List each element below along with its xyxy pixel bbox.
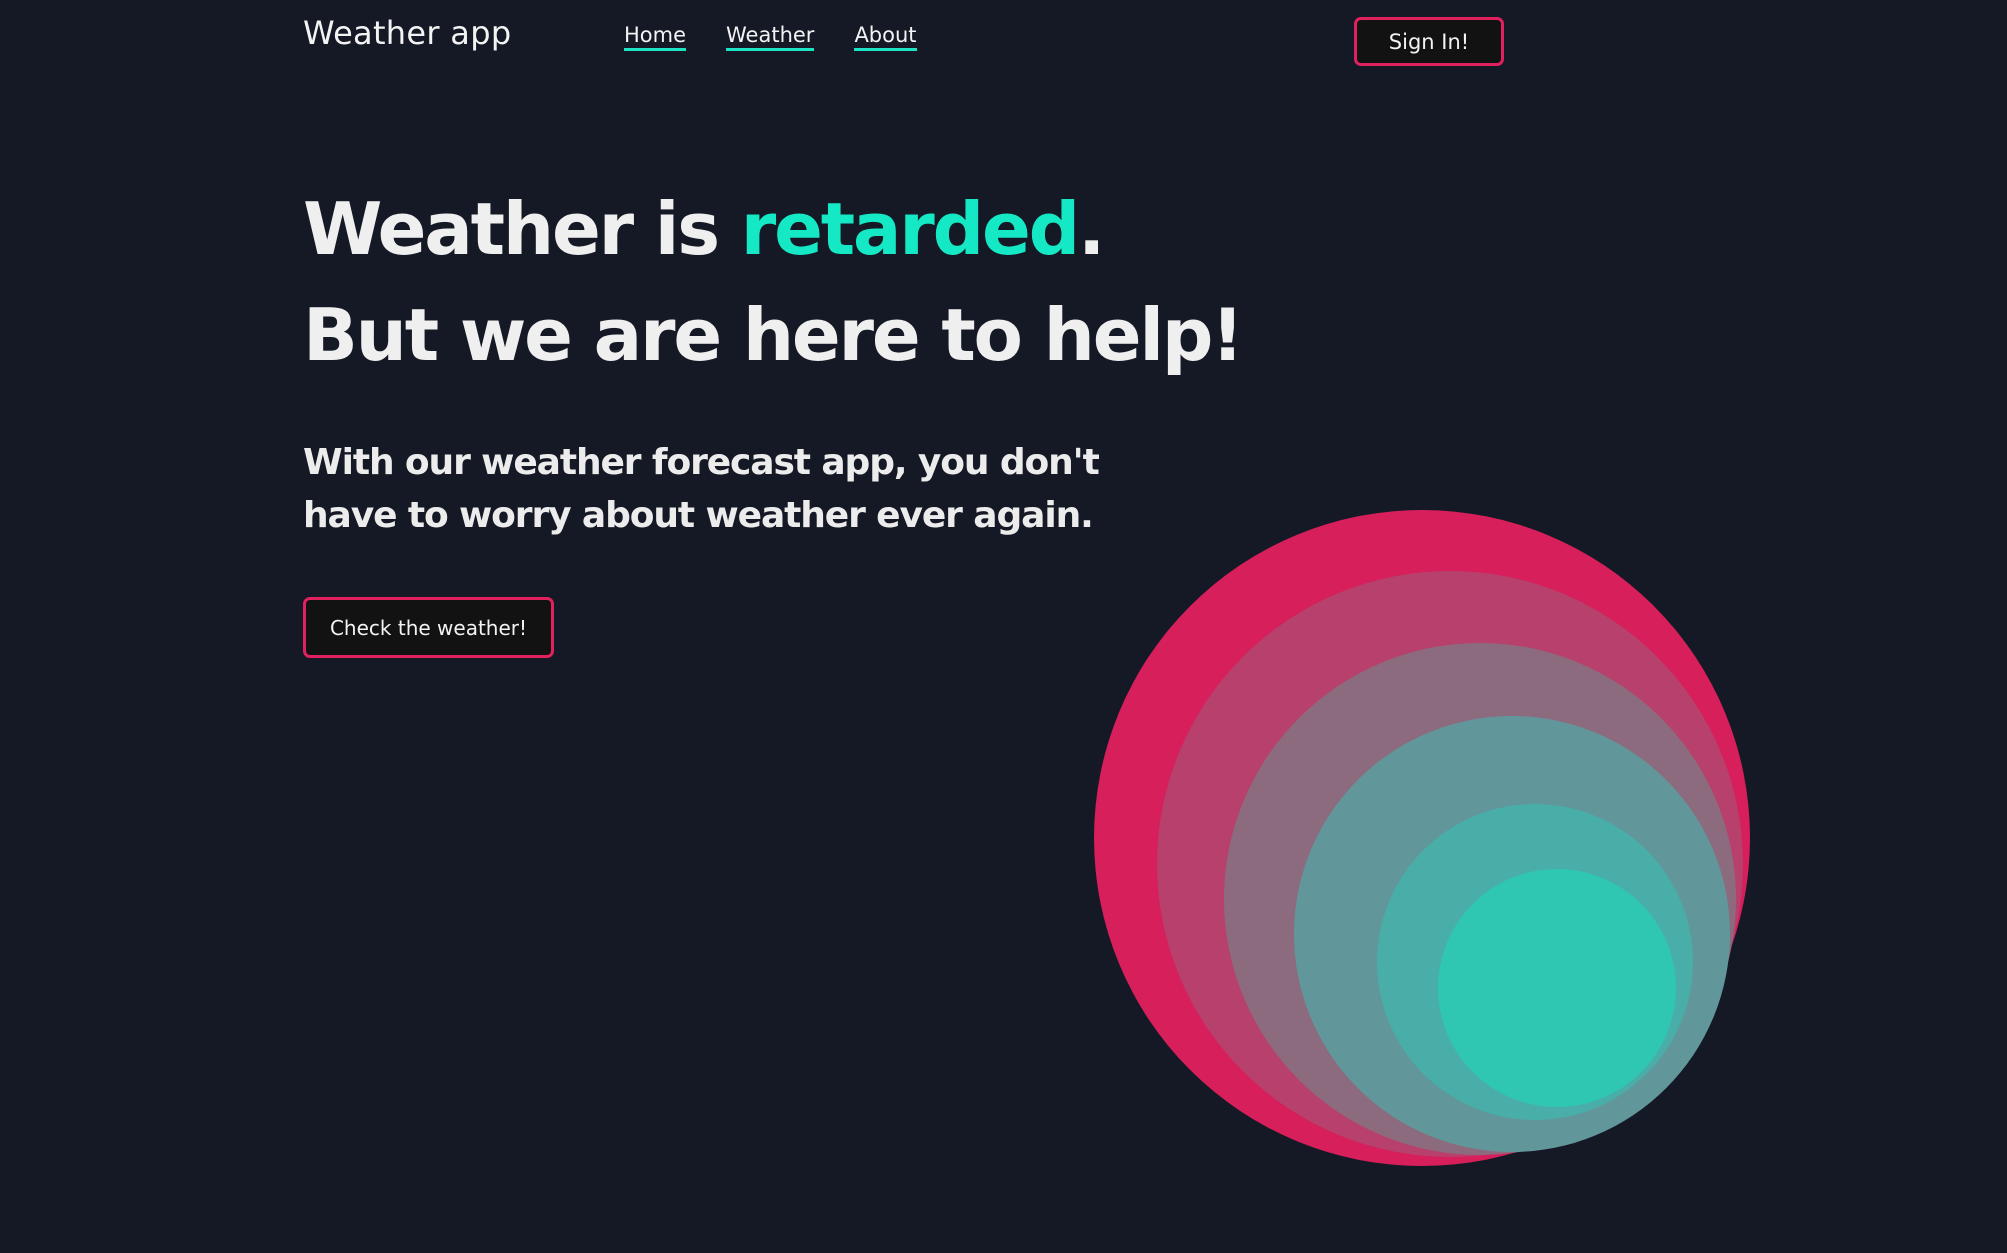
headline-line1-end: . bbox=[1077, 187, 1105, 271]
headline-accent-word: retarded bbox=[740, 187, 1080, 271]
nav-link-home[interactable]: Home bbox=[624, 23, 687, 52]
headline-line1-start: Weather is bbox=[303, 187, 741, 271]
orb-circle-6 bbox=[1438, 869, 1676, 1107]
app-logo: Weather app bbox=[303, 14, 512, 52]
hero-tagline: With our weather forecast app, you don't… bbox=[303, 442, 1100, 536]
check-weather-button[interactable]: Check the weather! bbox=[303, 597, 554, 658]
nav-link-weather[interactable]: Weather bbox=[726, 23, 815, 52]
nav-link-about[interactable]: About bbox=[854, 23, 917, 52]
sign-in-button[interactable]: Sign In! bbox=[1354, 17, 1504, 66]
page: Weather app Home Weather About Sign In! … bbox=[0, 0, 2007, 1253]
headline-line1: Weather is retarded. bbox=[303, 187, 1105, 271]
headline-line2: But we are here to help! bbox=[303, 293, 1244, 377]
gradient-circles-illustration bbox=[1094, 510, 1750, 1166]
main-nav: Home Weather About bbox=[624, 23, 917, 52]
hero-headline: Weather is retarded. But we are here to … bbox=[303, 176, 1244, 388]
